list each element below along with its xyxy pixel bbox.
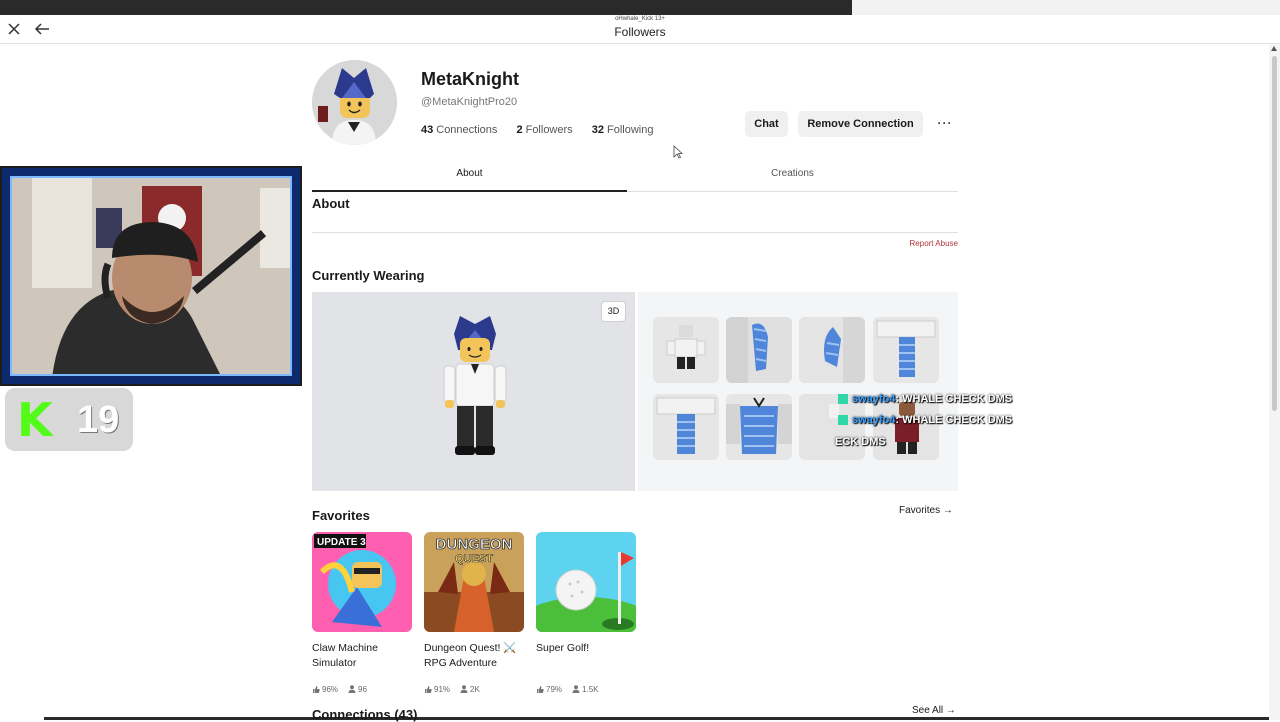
worn-item-arm-left[interactable] — [799, 317, 865, 383]
remove-connection-button[interactable]: Remove Connection — [798, 111, 923, 137]
chat-button[interactable]: Chat — [745, 111, 788, 137]
tab-about[interactable]: About — [312, 161, 627, 192]
game-stats: 91% 2K — [424, 685, 524, 694]
title-bar: oHwhale_Kick 13+ Followers — [0, 15, 1280, 44]
favorites-link[interactable]: Favorites → — [899, 505, 953, 516]
chat-badge-icon — [838, 415, 848, 426]
profile-tabs: About Creations — [312, 161, 958, 192]
profile-stats: 43 Connections 2 Followers 32 Following — [421, 124, 669, 136]
followers-stat[interactable]: 2 Followers — [516, 124, 572, 136]
thumbs-up-icon — [313, 686, 320, 693]
worn-item-arm-right[interactable] — [726, 317, 792, 383]
see-all-link[interactable]: See All → — [912, 705, 956, 716]
worn-item-leg[interactable] — [873, 317, 939, 383]
worn-item-torso[interactable] — [726, 394, 792, 460]
game-thumbnail[interactable] — [536, 532, 636, 632]
worn-item-leg-left[interactable] — [653, 394, 719, 460]
game-stats: 79% 1.5K — [536, 685, 636, 694]
display-name: MetaKnight — [421, 69, 519, 89]
stream-chat-line: swayfo4: WHALE CHECK DMS — [838, 414, 1012, 426]
report-abuse-link[interactable]: Report Abuse — [880, 239, 958, 248]
leg-item-icon — [653, 394, 719, 460]
leg-item-icon — [873, 317, 939, 383]
thumbs-up-icon — [425, 686, 432, 693]
stream-chat-line: ECK DMS — [835, 436, 886, 448]
kick-logo-icon: K — [17, 393, 53, 447]
divider — [312, 232, 958, 233]
scroll-up-icon[interactable] — [1271, 46, 1277, 51]
about-heading: About — [312, 196, 350, 211]
game-name: Claw Machine Simulator — [312, 642, 378, 669]
webcam-feed-icon — [12, 178, 290, 374]
os-top-strip — [0, 0, 1280, 15]
game-thumbnail[interactable]: UPDATE 3 — [312, 532, 412, 632]
players-icon — [348, 685, 356, 693]
game-stats: 96% 96 — [312, 685, 412, 694]
quest-title-text: QUEST — [455, 553, 493, 565]
kick-viewer-badge: K 19 — [5, 388, 133, 451]
favorite-game-card[interactable]: UPDATE 3 Claw Machine Simulator 96% 96 — [312, 532, 412, 694]
scrollbar[interactable] — [1269, 44, 1280, 720]
avatar-figure-icon — [443, 316, 507, 455]
avatar[interactable] — [312, 60, 397, 145]
super-golf-thumbnail-icon — [536, 532, 636, 632]
claw-machine-thumbnail-icon: UPDATE 3 — [312, 532, 412, 632]
viewer-count: 19 — [77, 399, 120, 441]
view-3d-button[interactable]: 3D — [601, 301, 626, 322]
favorite-game-card[interactable]: DUNGEON QUEST Dungeon Quest! ⚔️ RPG Adve… — [424, 532, 524, 694]
game-name: Dungeon Quest! ⚔️ RPG Adventure — [424, 642, 517, 669]
chat-badge-icon — [838, 394, 848, 405]
window-title: Followers — [614, 25, 666, 39]
dungeon-quest-thumbnail-icon: DUNGEON QUEST — [424, 532, 524, 632]
currently-wearing-heading: Currently Wearing — [312, 268, 425, 283]
favorite-game-card[interactable]: Super Golf! 79% 1.5K — [536, 532, 636, 694]
shirt-item-icon — [653, 317, 719, 383]
avatar-headshot-icon — [312, 60, 397, 145]
following-stat[interactable]: 32 Following — [592, 124, 654, 136]
torso-item-icon — [726, 394, 792, 460]
players-icon — [460, 685, 468, 693]
connections-stat[interactable]: 43 Connections — [421, 124, 497, 136]
worn-item-shirt[interactable] — [653, 317, 719, 383]
scroll-thumb[interactable] — [1272, 56, 1277, 411]
update-badge-text: UPDATE 3 — [317, 537, 366, 548]
mouse-cursor-icon — [673, 145, 683, 159]
window-subtitle: oHwhale_Kick 13+ — [615, 16, 665, 22]
webcam-overlay — [0, 166, 302, 386]
favorites-heading: Favorites — [312, 508, 370, 523]
game-name: Super Golf! — [536, 642, 590, 654]
tab-creations[interactable]: Creations — [635, 161, 950, 192]
thumbs-up-icon — [537, 686, 544, 693]
more-options-icon[interactable]: ··· — [935, 116, 955, 130]
players-icon — [572, 685, 580, 693]
username: @MetaKnightPro20 — [421, 96, 518, 108]
stream-chat-line: swayfo4: WHALE CHECK DMS — [838, 393, 1012, 405]
arm-item-icon — [726, 317, 792, 383]
arm-item-icon — [799, 317, 865, 383]
dungeon-title-text: DUNGEON — [436, 536, 513, 553]
game-thumbnail[interactable]: DUNGEON QUEST — [424, 532, 524, 632]
